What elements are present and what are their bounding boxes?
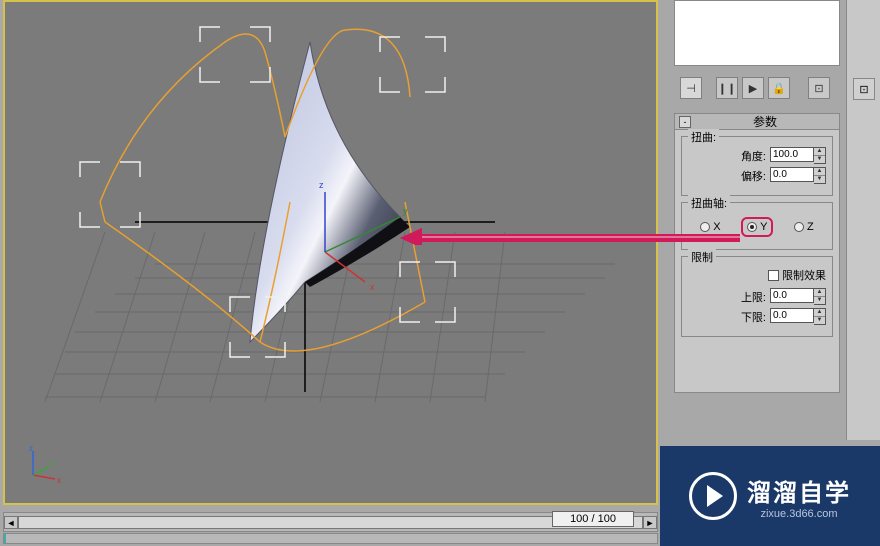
spinner-up-icon[interactable]: ▲ <box>814 148 825 156</box>
pin-button[interactable]: ⊣ <box>680 77 702 99</box>
bias-spinner[interactable]: ▲ ▼ <box>814 167 826 184</box>
bias-label: 偏移: <box>741 168 766 184</box>
viewport-perspective[interactable]: x y z x y z <box>3 0 658 505</box>
parameters-rollout: - 参数 扭曲: 角度: ▲ ▼ 偏移: ▲ ▼ <box>674 113 840 393</box>
spinner-down-icon[interactable]: ▼ <box>814 156 825 163</box>
prev-button[interactable]: ❙❙ <box>716 77 738 99</box>
lower-limit-input[interactable] <box>770 308 814 323</box>
axis-y-radio[interactable]: Y <box>747 221 767 233</box>
axis-z-radio[interactable]: Z <box>794 221 814 233</box>
axis-x-label: X <box>713 221 720 233</box>
svg-text:x: x <box>370 282 375 292</box>
svg-text:y: y <box>51 458 55 467</box>
collapse-icon[interactable]: - <box>679 116 691 128</box>
rollout-toolbar: ⊣ ❙❙ ▶ 🔒 ⊡ <box>676 75 834 101</box>
svg-text:y: y <box>403 206 408 216</box>
lower-limit-label: 下限: <box>741 309 766 325</box>
angle-label: 角度: <box>741 148 766 164</box>
right-tool-icon[interactable]: ⊡ <box>853 78 875 100</box>
twist-group: 扭曲: 角度: ▲ ▼ 偏移: ▲ ▼ <box>681 136 833 196</box>
svg-text:z: z <box>319 180 324 190</box>
radio-icon <box>794 222 804 232</box>
timeline-right-button[interactable]: ► <box>643 516 657 529</box>
upper-limit-input[interactable] <box>770 288 814 303</box>
limit-effect-label: 限制效果 <box>782 267 826 283</box>
spinner-up-icon[interactable]: ▲ <box>814 168 825 176</box>
time-ruler[interactable] <box>3 533 658 544</box>
right-sidebar: ⊡ <box>846 0 880 440</box>
spinner-down-icon[interactable]: ▼ <box>814 297 825 304</box>
rollout-header[interactable]: - 参数 <box>675 114 839 130</box>
twist-axis-group: 扭曲轴: X Y Z <box>681 202 833 250</box>
spinner-up-icon[interactable]: ▲ <box>814 309 825 317</box>
lower-spinner[interactable]: ▲ ▼ <box>814 308 826 325</box>
timeline-left-button[interactable]: ◄ <box>4 516 18 529</box>
play-button[interactable]: ▶ <box>742 77 764 99</box>
spinner-up-icon[interactable]: ▲ <box>814 289 825 297</box>
axis-z-label: Z <box>807 221 814 233</box>
angle-spinner[interactable]: ▲ ▼ <box>814 147 826 164</box>
twist-axis-label: 扭曲轴: <box>688 195 730 211</box>
bias-input[interactable] <box>770 167 814 182</box>
limit-effect-checkbox[interactable] <box>768 270 779 281</box>
frame-counter: 100 / 100 <box>552 511 634 527</box>
watermark-title: 溜溜自学 <box>747 473 851 508</box>
axis-y-label: Y <box>760 221 767 233</box>
viewport-scene: x y z <box>5 2 656 503</box>
timeline-track[interactable] <box>18 516 643 529</box>
upper-spinner[interactable]: ▲ ▼ <box>814 288 826 305</box>
play-icon <box>689 472 737 520</box>
object-button[interactable]: ⊡ <box>808 77 830 99</box>
radio-icon <box>700 222 710 232</box>
axis-x-radio[interactable]: X <box>700 221 720 233</box>
axis-gizmo-icon: x y z <box>23 445 63 485</box>
spinner-down-icon[interactable]: ▼ <box>814 176 825 183</box>
angle-input[interactable] <box>770 147 814 162</box>
rollout-title: 参数 <box>695 113 835 130</box>
limits-group: 限制 限制效果 上限: ▲ ▼ 下限: ▲ ▼ <box>681 256 833 337</box>
spinner-down-icon[interactable]: ▼ <box>814 317 825 324</box>
y-highlight: Y <box>741 217 773 237</box>
preview-panel <box>674 0 840 66</box>
lock-button[interactable]: 🔒 <box>768 77 790 99</box>
svg-text:x: x <box>57 476 61 485</box>
svg-text:z: z <box>29 445 33 453</box>
upper-limit-label: 上限: <box>741 289 766 305</box>
watermark: 溜溜自学 zixue.3d66.com <box>660 446 880 546</box>
limits-group-label: 限制 <box>688 249 716 265</box>
twist-group-label: 扭曲: <box>688 129 719 145</box>
watermark-url: zixue.3d66.com <box>760 508 837 520</box>
radio-icon <box>747 222 757 232</box>
